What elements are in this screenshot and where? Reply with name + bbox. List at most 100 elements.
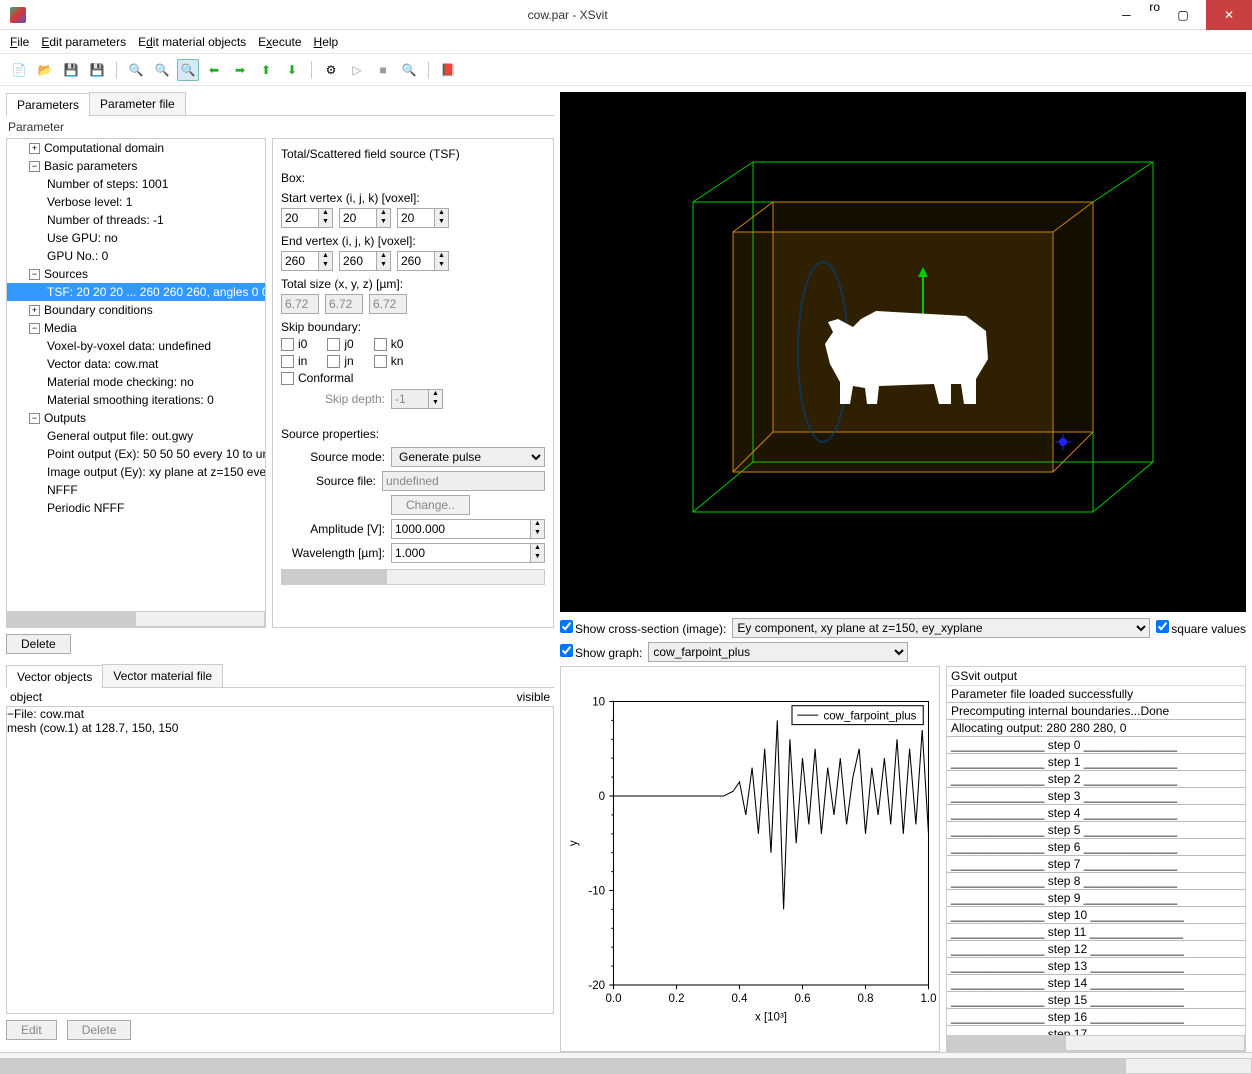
- new-icon[interactable]: 📄: [8, 59, 30, 81]
- exit-icon[interactable]: 📕: [437, 59, 459, 81]
- vtree-file[interactable]: File: cow.mat: [14, 707, 84, 721]
- tree-threads[interactable]: Number of threads: -1: [7, 211, 265, 229]
- app-icon: [10, 7, 26, 23]
- maximize-button[interactable]: ▢: [1160, 0, 1206, 30]
- minimize-button[interactable]: ─: [1103, 0, 1149, 30]
- menu-file[interactable]: File: [10, 35, 29, 49]
- output-list[interactable]: Parameter file loaded successfullyPrecom…: [947, 686, 1245, 1035]
- size-z-input: [369, 294, 407, 314]
- tree-periodic-nfff[interactable]: Periodic NFFF: [7, 499, 265, 517]
- tree-steps[interactable]: Number of steps: 1001: [7, 175, 265, 193]
- svg-text:-10: -10: [588, 886, 605, 898]
- settings-icon[interactable]: ⚙: [320, 59, 342, 81]
- tree-vector[interactable]: Vector data: cow.mat: [7, 355, 265, 373]
- menu-edit-params[interactable]: Edit parameters: [41, 35, 126, 49]
- tree-voxel[interactable]: Voxel-by-voxel data: undefined: [7, 337, 265, 355]
- output-line: ______________ step 9 ______________: [947, 890, 1245, 907]
- chk-j0[interactable]: j0: [327, 337, 353, 351]
- arrow-up-icon[interactable]: ⬆: [255, 59, 277, 81]
- tree-tsf[interactable]: TSF: 20 20 20 ... 260 260 260, angles 0 …: [7, 283, 265, 301]
- amplitude-input[interactable]: [391, 519, 531, 539]
- save-icon[interactable]: 💾: [60, 59, 82, 81]
- vector-objects-tree[interactable]: −File: cow.mat mesh (cow.1) at 128.7, 15…: [6, 706, 554, 1014]
- chk-in[interactable]: in: [281, 354, 307, 368]
- tab-vector-objects[interactable]: Vector objects: [6, 665, 103, 688]
- chk-kn[interactable]: kn: [374, 354, 404, 368]
- tree-nfff[interactable]: NFFF: [7, 481, 265, 499]
- properties-panel: Total/Scattered field source (TSF) Box: …: [272, 138, 554, 628]
- stop-icon[interactable]: ■: [372, 59, 394, 81]
- svg-text:10: 10: [592, 697, 605, 709]
- tree-gpuno[interactable]: GPU No.: 0: [7, 247, 265, 265]
- graph-plot[interactable]: -20-100100.00.20.40.60.81.0cow_farpoint_…: [560, 666, 940, 1052]
- tree-matmode[interactable]: Material mode checking: no: [7, 373, 265, 391]
- show-cross-section-check[interactable]: Show cross-section (image):: [560, 620, 726, 636]
- parameter-tree[interactable]: +Computational domain −Basic parameters …: [6, 138, 266, 628]
- chk-jn[interactable]: jn: [327, 354, 353, 368]
- edit-button[interactable]: Edit: [6, 1020, 57, 1040]
- delete-obj-button[interactable]: Delete: [67, 1020, 132, 1040]
- delete-param-button[interactable]: Delete: [6, 634, 71, 654]
- tree-hscroll[interactable]: [7, 611, 265, 627]
- zoom-fit-icon[interactable]: 🔍: [177, 59, 199, 81]
- close-button[interactable]: ✕: [1206, 0, 1252, 30]
- tree-point-output[interactable]: Point output (Ex): 50 50 50 every 10 to …: [7, 445, 265, 463]
- tree-gpu[interactable]: Use GPU: no: [7, 229, 265, 247]
- skip-depth-input: [391, 389, 429, 409]
- total-size-label: Total size (x, y, z) [µm]:: [281, 277, 545, 291]
- chk-conformal[interactable]: Conformal: [281, 371, 353, 385]
- tree-verbose[interactable]: Verbose level: 1: [7, 193, 265, 211]
- chk-k0[interactable]: k0: [374, 337, 404, 351]
- props-hscroll[interactable]: [281, 569, 545, 585]
- cross-section-select[interactable]: Ey component, xy plane at z=150, ey_xypl…: [732, 618, 1150, 638]
- output-hscroll[interactable]: [947, 1035, 1245, 1051]
- menu-help[interactable]: Help: [314, 35, 339, 49]
- square-values-check[interactable]: square values: [1156, 620, 1246, 636]
- menu-edit-materials[interactable]: Edit material objects: [138, 35, 246, 49]
- gsvit-output-panel: GSvit output Parameter file loaded succe…: [946, 666, 1246, 1052]
- wavelength-input[interactable]: [391, 543, 531, 563]
- graph-select[interactable]: cow_farpoint_plus: [648, 642, 908, 662]
- tree-sources[interactable]: Sources: [44, 267, 88, 281]
- end-j-input[interactable]: [339, 251, 377, 271]
- tab-vector-material-file[interactable]: Vector material file: [102, 664, 223, 687]
- output-line: ______________ step 15 ______________: [947, 992, 1245, 1009]
- output-line: Precomputing internal boundaries...Done: [947, 703, 1245, 720]
- output-line: Allocating output: 280 280 280, 0: [947, 720, 1245, 737]
- source-mode-select[interactable]: Generate pulse: [391, 447, 545, 467]
- open-icon[interactable]: 📂: [34, 59, 56, 81]
- tree-smooth[interactable]: Material smoothing iterations: 0: [7, 391, 265, 409]
- tab-parameter-file[interactable]: Parameter file: [89, 92, 186, 115]
- save-as-icon[interactable]: 💾: [86, 59, 108, 81]
- arrow-left-icon[interactable]: ⬅: [203, 59, 225, 81]
- zoom-in-icon[interactable]: 🔍: [125, 59, 147, 81]
- 3d-viewport[interactable]: [560, 92, 1246, 612]
- end-i-input[interactable]: [281, 251, 319, 271]
- chk-i0[interactable]: i0: [281, 337, 307, 351]
- start-i-input[interactable]: [281, 208, 319, 228]
- tree-outputs[interactable]: Outputs: [44, 411, 86, 425]
- output-line: Parameter file loaded successfully: [947, 686, 1245, 703]
- arrow-right-icon[interactable]: ➡: [229, 59, 251, 81]
- play-icon[interactable]: ▷: [346, 59, 368, 81]
- zoom-out-icon[interactable]: 🔍: [151, 59, 173, 81]
- obj-col-visible: visible: [517, 690, 550, 704]
- inspect-icon[interactable]: 🔍: [398, 59, 420, 81]
- tree-boundary[interactable]: Boundary conditions: [44, 303, 153, 317]
- start-j-input[interactable]: [339, 208, 377, 228]
- tab-parameters[interactable]: Parameters: [6, 93, 90, 116]
- show-graph-check[interactable]: Show graph:: [560, 644, 642, 660]
- tree-general-output[interactable]: General output file: out.gwy: [7, 427, 265, 445]
- change-button[interactable]: Change..: [391, 495, 470, 515]
- tree-basic-params[interactable]: Basic parameters: [44, 159, 137, 173]
- tree-image-output[interactable]: Image output (Ey): xy plane at z=150 eve…: [7, 463, 265, 481]
- tree-media[interactable]: Media: [44, 321, 77, 335]
- arrow-down-icon[interactable]: ⬇: [281, 59, 303, 81]
- vtree-mesh[interactable]: mesh (cow.1) at 128.7, 150, 150: [7, 721, 553, 735]
- svg-text:-20: -20: [588, 980, 605, 992]
- start-k-input[interactable]: [397, 208, 435, 228]
- tree-computational-domain[interactable]: Computational domain: [44, 141, 164, 155]
- titlebar: cow.par - XSvit ─ro ▢ ✕: [0, 0, 1252, 30]
- menu-execute[interactable]: Execute: [258, 35, 301, 49]
- end-k-input[interactable]: [397, 251, 435, 271]
